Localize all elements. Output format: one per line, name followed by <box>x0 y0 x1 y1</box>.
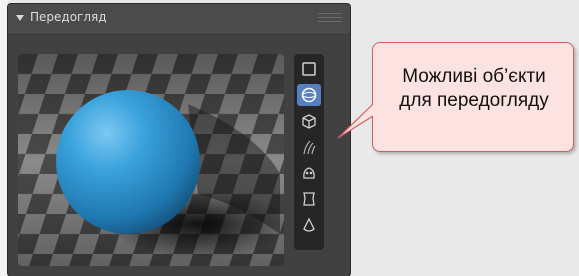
monkey-icon <box>303 167 315 179</box>
material-preview-viewport <box>18 54 284 266</box>
preview-cube-button[interactable] <box>297 110 321 132</box>
collapse-triangle-icon[interactable] <box>16 15 24 21</box>
callout-line-1: Можливі об’єкти <box>402 66 546 87</box>
preview-cloth-button[interactable] <box>297 188 321 210</box>
panel-title: Передогляд <box>30 10 107 24</box>
cube-icon <box>302 114 316 129</box>
hair-icon <box>303 140 316 155</box>
preview-flat-button[interactable] <box>297 58 321 80</box>
preview-hair-button[interactable] <box>297 136 321 158</box>
preview-sphere-button[interactable] <box>297 84 321 106</box>
callout-line-2: для передогляду <box>399 90 549 111</box>
preview-monkey-button[interactable] <box>297 162 321 184</box>
preview-fluid-button[interactable] <box>297 214 321 236</box>
panel-header[interactable]: Передогляд <box>8 4 350 35</box>
sphere-icon <box>301 87 317 103</box>
drag-grip-icon[interactable] <box>318 13 342 25</box>
page-margin <box>0 0 8 276</box>
preview-sphere <box>56 90 200 234</box>
flat-square-icon <box>302 62 316 76</box>
callout-text: Можливі об’єкти для передогляду <box>379 65 569 113</box>
annotation-callout: Можливі об’єкти для передогляду <box>372 42 574 152</box>
cloth-icon <box>303 192 315 206</box>
preview-render <box>18 54 284 266</box>
fluid-drop-icon <box>303 217 315 232</box>
preview-type-toolbar <box>294 54 324 250</box>
preview-panel: Передогляд <box>8 4 350 276</box>
